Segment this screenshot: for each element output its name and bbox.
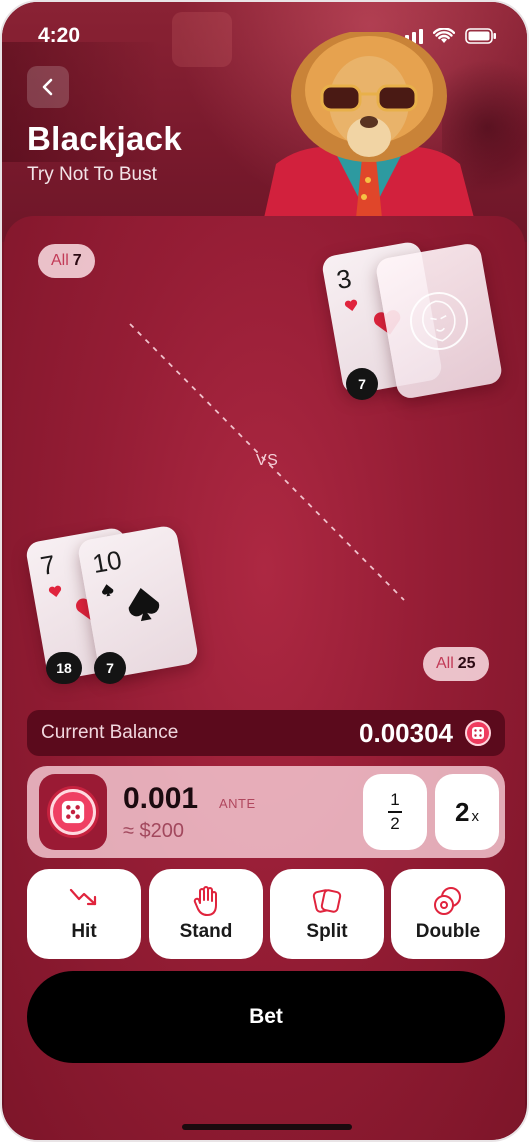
- balance-label: Current Balance: [41, 722, 179, 743]
- ante-amount[interactable]: 0.001: [123, 782, 198, 816]
- double-chip-icon: [434, 887, 461, 915]
- double-value: 2: [455, 796, 470, 827]
- player-pill-label: All: [436, 655, 454, 672]
- half-numerator: 1: [390, 790, 400, 810]
- dealer-card-rank: 3: [334, 262, 354, 296]
- balance-value: 0.00304: [359, 717, 453, 748]
- player-card-2-rank: 10: [90, 544, 124, 580]
- player-card-1-rank: 7: [38, 548, 58, 582]
- player-pill-value: 25: [457, 655, 476, 672]
- player-total-pill: All 25: [423, 647, 489, 681]
- chip-selector[interactable]: [39, 774, 107, 850]
- home-indicator[interactable]: [182, 1124, 352, 1130]
- hit-label: Hit: [71, 921, 97, 942]
- dealer-total-pill: All 7: [38, 244, 95, 278]
- vs-label: VS: [256, 452, 279, 469]
- double-label: Double: [415, 921, 481, 942]
- ante-label: ANTE: [219, 796, 256, 811]
- half-bet-button[interactable]: 1 2: [363, 774, 427, 850]
- dice-coin-icon: [465, 720, 491, 746]
- dealer-pill-value: 7: [72, 252, 82, 269]
- dealer-score-badge: 7: [346, 368, 378, 400]
- split-button[interactable]: Split: [270, 869, 384, 959]
- player-score-badge-total: 18: [46, 652, 82, 684]
- split-cards-icon: [312, 889, 342, 913]
- double-button[interactable]: Double: [391, 869, 505, 959]
- bet-button[interactable]: Bet: [27, 971, 505, 1063]
- hand-stop-icon: [193, 886, 217, 916]
- spade-suit-large-icon: [128, 588, 160, 622]
- heart-suit-icon: [344, 299, 358, 312]
- heart-suit-icon: [48, 585, 62, 598]
- player-score-badge-alt: 7: [94, 652, 126, 684]
- current-balance-bar: Current Balance 0.00304: [27, 710, 505, 756]
- hit-button[interactable]: Hit: [27, 869, 141, 959]
- split-label: Split: [306, 921, 348, 942]
- phone-screen: 4:20 Blackjack Try Not To Bust VS All 7 …: [0, 0, 529, 1142]
- ante-usd-equivalent: ≈ $200: [123, 820, 185, 842]
- lion-crest-icon: [410, 291, 468, 350]
- half-denominator: 2: [390, 813, 400, 833]
- spade-suit-icon: [102, 584, 114, 597]
- double-suffix: x: [471, 807, 479, 825]
- hit-arrow-icon: [69, 888, 97, 906]
- double-bet-button[interactable]: 2x: [435, 774, 499, 850]
- ante-panel: 0.001 ANTE ≈ $200 1 2 2x: [27, 766, 505, 858]
- stand-label: Stand: [179, 921, 233, 942]
- dice-chip-icon: [50, 789, 96, 835]
- stand-button[interactable]: Stand: [149, 869, 263, 959]
- dealer-pill-label: All: [51, 252, 69, 269]
